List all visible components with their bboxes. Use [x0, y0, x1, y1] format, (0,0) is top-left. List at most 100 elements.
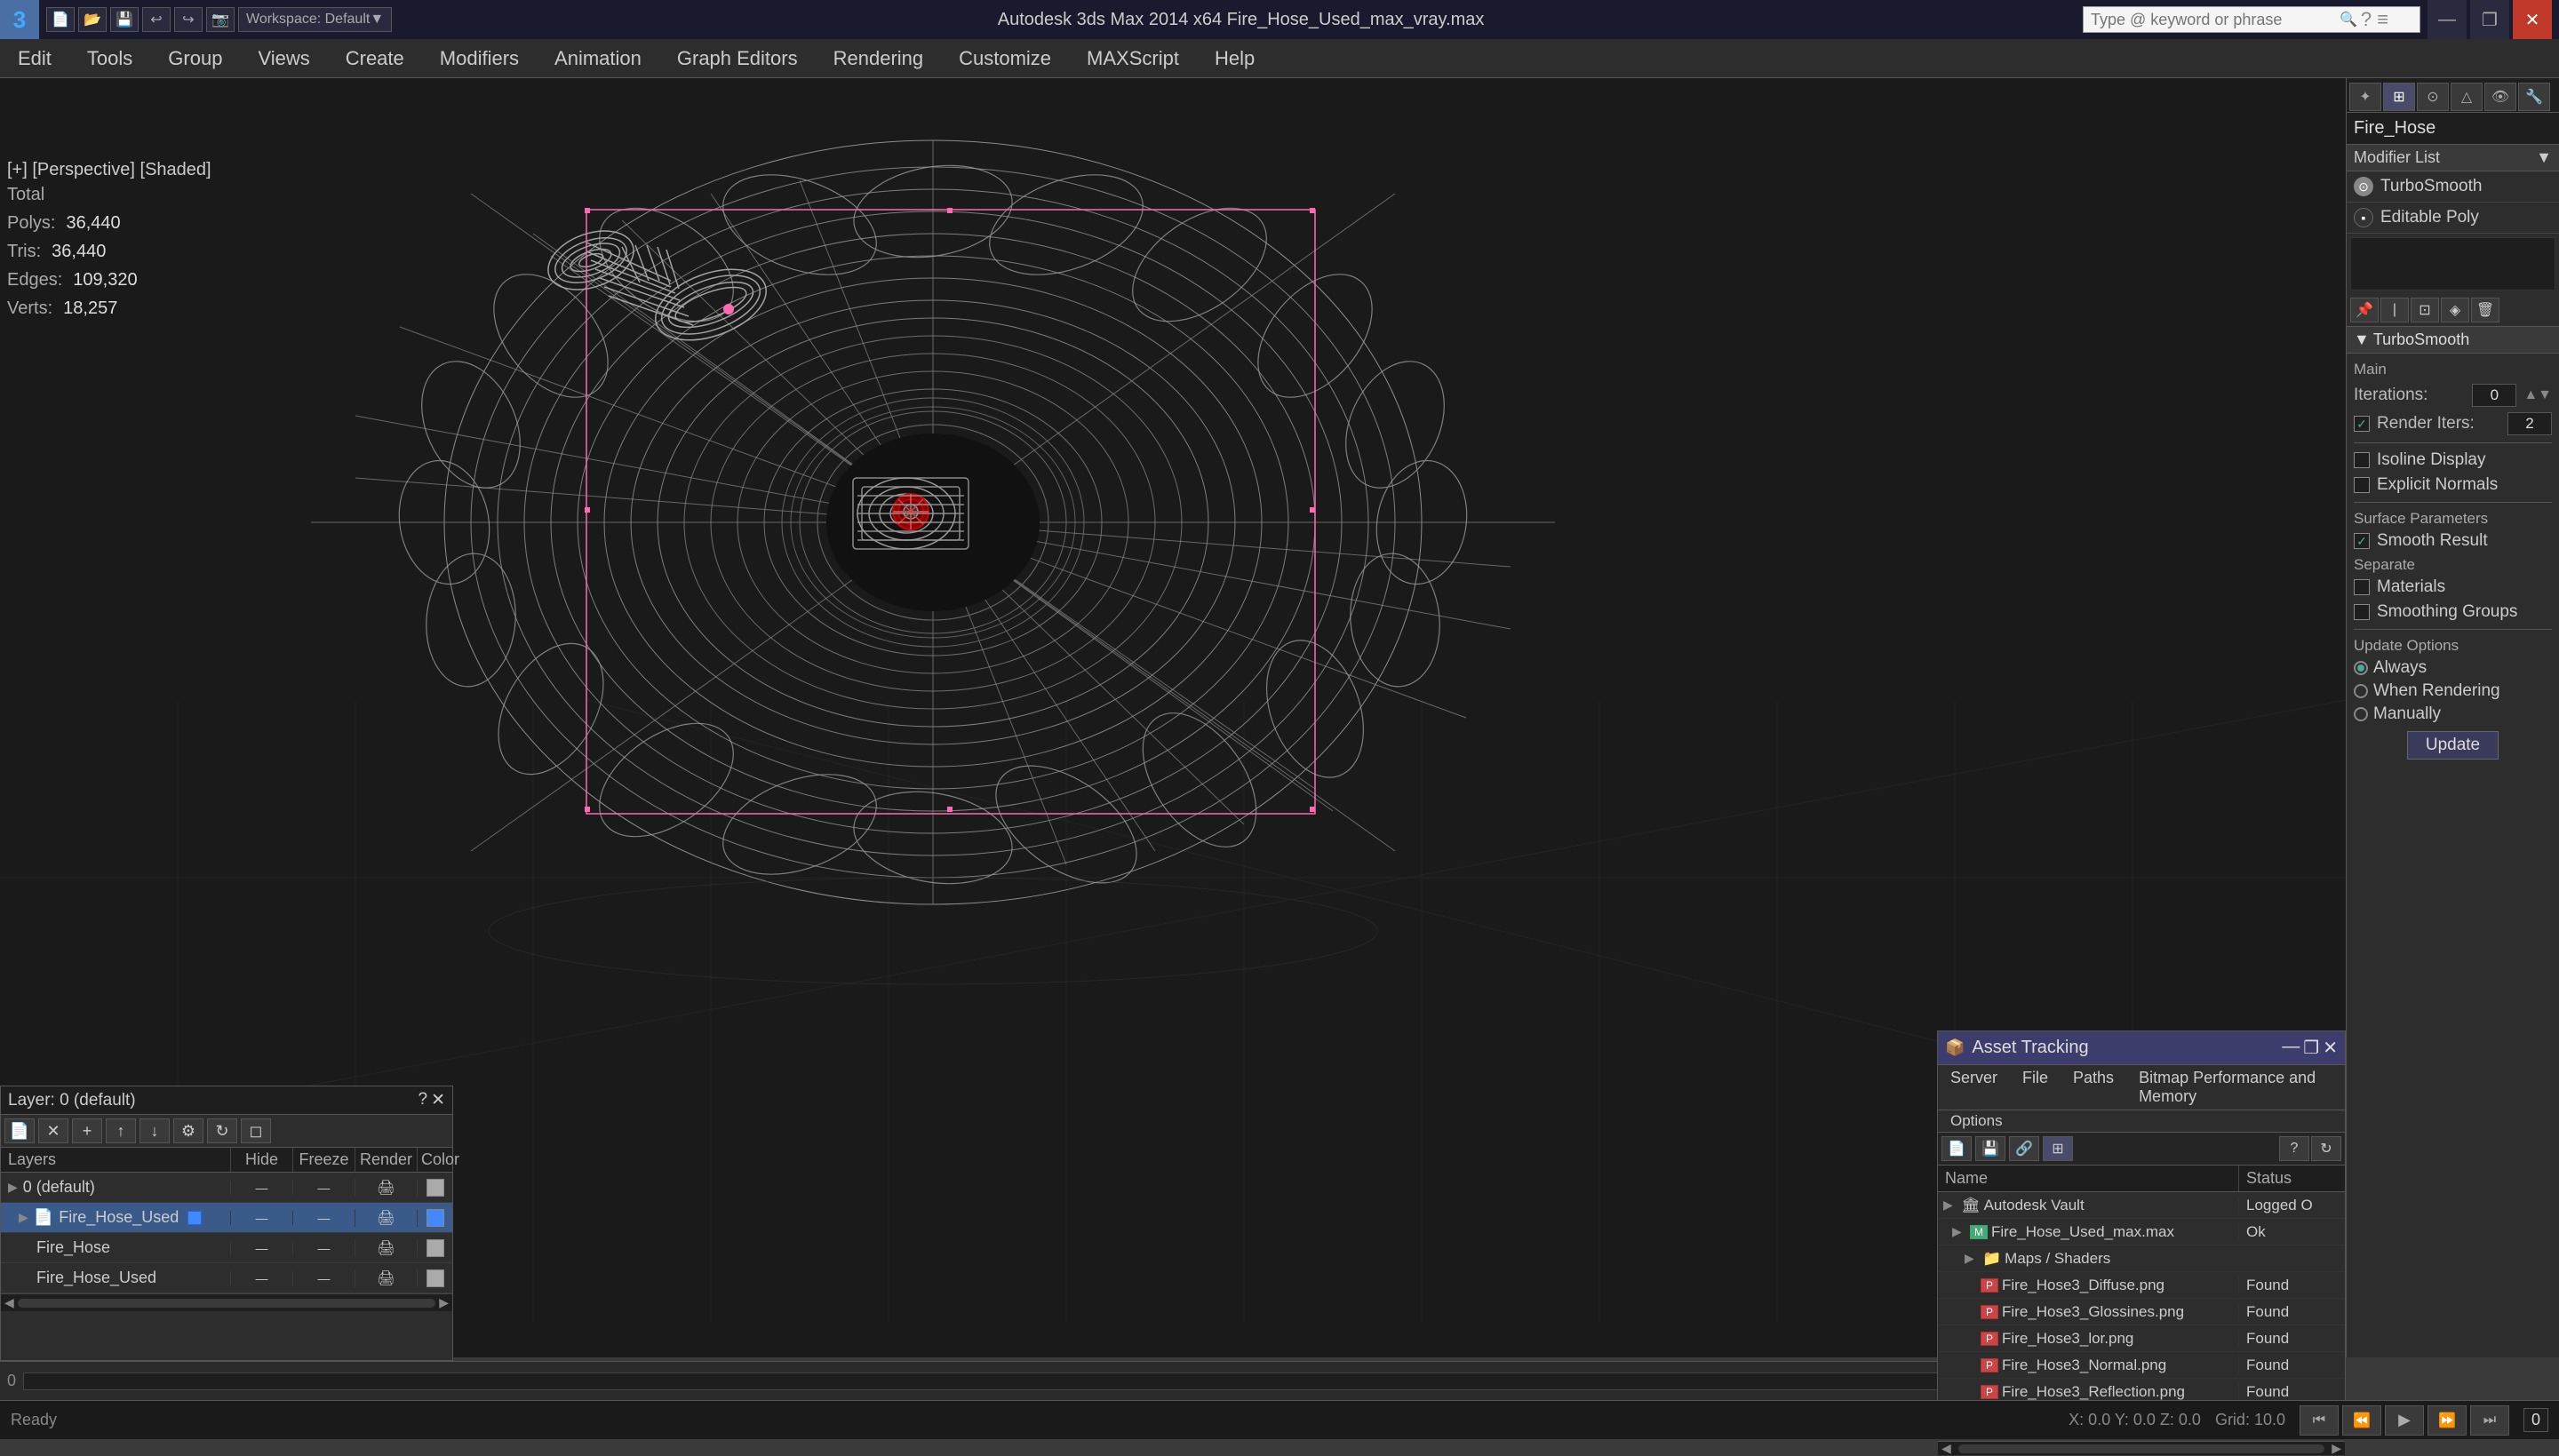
asset-row-normal[interactable]: P Fire_Hose3_Normal.png Found — [1938, 1352, 2345, 1379]
search-input[interactable] — [2091, 11, 2340, 29]
layer-firehose-render[interactable]: 🖨 — [355, 1239, 417, 1257]
layer-0-expand[interactable]: ▶ — [8, 1180, 18, 1195]
menu-animation[interactable]: Animation — [537, 39, 659, 78]
menu-help[interactable]: Help — [1197, 39, 1272, 78]
asset-menu-paths[interactable]: Paths — [2061, 1065, 2126, 1110]
asset-menu-options[interactable]: Options — [1938, 1110, 2345, 1132]
frame-counter[interactable]: 0 — [2523, 1408, 2548, 1432]
layer-firehoseused2-hide[interactable]: — — [230, 1271, 292, 1285]
workspace-btn[interactable]: Workspace: Default ▼ — [238, 7, 392, 32]
manually-radio-btn[interactable] — [2354, 707, 2368, 721]
vault-expand[interactable]: ▶ — [1943, 1197, 1957, 1213]
asset-menu-server[interactable]: Server — [1938, 1065, 2010, 1110]
asset-row-maxfile[interactable]: ▶ M Fire_Hose_Used_max.max Ok — [1938, 1219, 2345, 1245]
layer-row-firehoseused[interactable]: ▶ 📄 Fire_Hose_Used — — 🖨 — [1, 1203, 452, 1233]
isoline-checkbox[interactable] — [2354, 452, 2370, 468]
close-button[interactable]: ✕ — [2513, 0, 2552, 39]
show-all-btn[interactable]: | — [2380, 298, 2409, 322]
asset-tool-3[interactable]: 🔗 — [2009, 1136, 2039, 1161]
layer-firehoseused-render[interactable]: 🖨 — [355, 1209, 417, 1227]
layer-firehose-color[interactable] — [417, 1239, 452, 1257]
modifier-editpoly[interactable]: ▪ Editable Poly — [2347, 203, 2559, 234]
menu-edit[interactable]: Edit — [0, 39, 69, 78]
layer-firehoseused2-render[interactable]: 🖨 — [355, 1269, 417, 1287]
restore-button[interactable]: ❐ — [2470, 0, 2509, 39]
layers-options-btn[interactable]: ⚙ — [173, 1118, 203, 1143]
asset-restore-btn[interactable]: ❐ — [2303, 1037, 2319, 1059]
search-bar[interactable]: 🔍 ? ≡ — [2083, 6, 2420, 33]
timeline-next-btn[interactable]: ⏩ — [2427, 1405, 2467, 1436]
menu-maxscript[interactable]: MAXScript — [1069, 39, 1197, 78]
materials-checkbox[interactable] — [2354, 579, 2370, 595]
layer-firehose-hide[interactable]: — — [230, 1241, 292, 1255]
tab-utilities[interactable]: 🔧 — [2518, 83, 2550, 111]
asset-tool-refresh[interactable]: ↻ — [2311, 1136, 2341, 1161]
timeline-end-btn[interactable]: ⏭ — [2470, 1405, 2509, 1436]
tab-create[interactable]: ✦ — [2349, 83, 2381, 111]
menu-views[interactable]: Views — [240, 39, 327, 78]
menu-modifiers[interactable]: Modifiers — [422, 39, 537, 78]
layers-refresh-btn[interactable]: ↻ — [207, 1118, 237, 1143]
asset-minimize-btn[interactable]: — — [2282, 1037, 2300, 1059]
collapse-arrow[interactable]: ▼ — [2354, 330, 2370, 349]
asset-scrollbar[interactable]: ◀ ▶ — [1938, 1441, 2345, 1455]
menu-rendering[interactable]: Rendering — [816, 39, 942, 78]
layer-0-render[interactable]: 🖨 — [355, 1179, 417, 1197]
layer-firehoseused-hide[interactable]: — — [230, 1211, 292, 1225]
explicit-normals-checkbox[interactable] — [2354, 477, 2370, 493]
layer-row-0[interactable]: ▶ 0 (default) — — 🖨 — [1, 1173, 452, 1203]
tab-display[interactable]: 👁 — [2484, 83, 2516, 111]
timeline-prev-btn[interactable]: ⏪ — [2342, 1405, 2381, 1436]
asset-close-btn[interactable]: ✕ — [2323, 1037, 2338, 1059]
asset-row-vault[interactable]: ▶ 🏛 Autodesk Vault Logged O — [1938, 1192, 2345, 1219]
layer-0-color[interactable] — [417, 1179, 452, 1197]
asset-scroll-left[interactable]: ◀ — [1938, 1441, 1955, 1456]
timeline-play-btn[interactable]: ⏮ — [2300, 1405, 2339, 1436]
when-rendering-radio-btn[interactable] — [2354, 684, 2368, 698]
layers-add-btn[interactable]: + — [72, 1118, 102, 1143]
render-iters-input[interactable] — [2507, 412, 2552, 435]
layers-scroll-right[interactable]: ▶ — [439, 1295, 449, 1310]
asset-tool-2[interactable]: 💾 — [1975, 1136, 2005, 1161]
save-btn[interactable]: 💾 — [110, 7, 139, 32]
layers-delete-btn[interactable]: ✕ — [38, 1118, 68, 1143]
menu-graph-editors[interactable]: Graph Editors — [659, 39, 816, 78]
object-name[interactable]: Fire_Hose — [2347, 113, 2559, 145]
layer-firehoseused2-freeze[interactable]: — — [292, 1271, 355, 1285]
tab-hierarchy[interactable]: ⊙ — [2417, 83, 2449, 111]
asset-tool-help[interactable]: ? — [2279, 1136, 2309, 1161]
layer-firehoseused-expand[interactable]: ▶ — [19, 1210, 28, 1225]
menu-create[interactable]: Create — [328, 39, 422, 78]
layer-firehoseused-color[interactable] — [417, 1209, 452, 1227]
minimize-button[interactable]: — — [2427, 0, 2467, 39]
layers-move-down-btn[interactable]: ↓ — [140, 1118, 170, 1143]
layer-0-freeze[interactable]: — — [292, 1181, 355, 1195]
layers-help-btn[interactable]: ? — [419, 1090, 428, 1110]
maxfile-expand[interactable]: ▶ — [1952, 1224, 1966, 1239]
remove-modifier-btn[interactable]: 🗑 — [2471, 298, 2499, 322]
maps-expand[interactable]: ▶ — [1965, 1251, 1979, 1266]
menu-group[interactable]: Group — [150, 39, 240, 78]
make-unique-btn[interactable]: ◈ — [2441, 298, 2469, 322]
smooth-result-checkbox[interactable] — [2354, 533, 2370, 549]
asset-tool-4[interactable]: ⊞ — [2043, 1136, 2073, 1161]
asset-row-diffuse[interactable]: P Fire_Hose3_Diffuse.png Found — [1938, 1272, 2345, 1299]
redo-btn[interactable]: ↪ — [174, 7, 203, 32]
layer-0-hide[interactable]: — — [230, 1181, 292, 1195]
asset-row-maps[interactable]: ▶ 📁 Maps / Shaders — [1938, 1245, 2345, 1272]
menu-customize[interactable]: Customize — [941, 39, 1069, 78]
layer-row-firehose[interactable]: Fire_Hose — — 🖨 — [1, 1233, 452, 1263]
layer-row-firehoseused2[interactable]: Fire_Hose_Used — — 🖨 — [1, 1263, 452, 1293]
asset-row-lor[interactable]: P Fire_Hose3_lor.png Found — [1938, 1325, 2345, 1352]
timeline-play-pause-btn[interactable]: ▶ — [2385, 1405, 2424, 1436]
camera-btn[interactable]: 📷 — [206, 7, 235, 32]
layers-move-to-btn[interactable]: ↑ — [106, 1118, 136, 1143]
open-btn[interactable]: 📂 — [78, 7, 107, 32]
pin-stack-btn[interactable]: 📌 — [2350, 298, 2379, 322]
select-filter-btn[interactable]: ⊡ — [2411, 298, 2439, 322]
asset-menu-bitmap[interactable]: Bitmap Performance and Memory — [2126, 1065, 2345, 1110]
new-btn[interactable]: 📄 — [46, 7, 75, 32]
layers-select-btn[interactable]: ◻ — [241, 1118, 271, 1143]
update-button[interactable]: Update — [2407, 731, 2499, 760]
layer-firehoseused2-color[interactable] — [417, 1269, 452, 1287]
